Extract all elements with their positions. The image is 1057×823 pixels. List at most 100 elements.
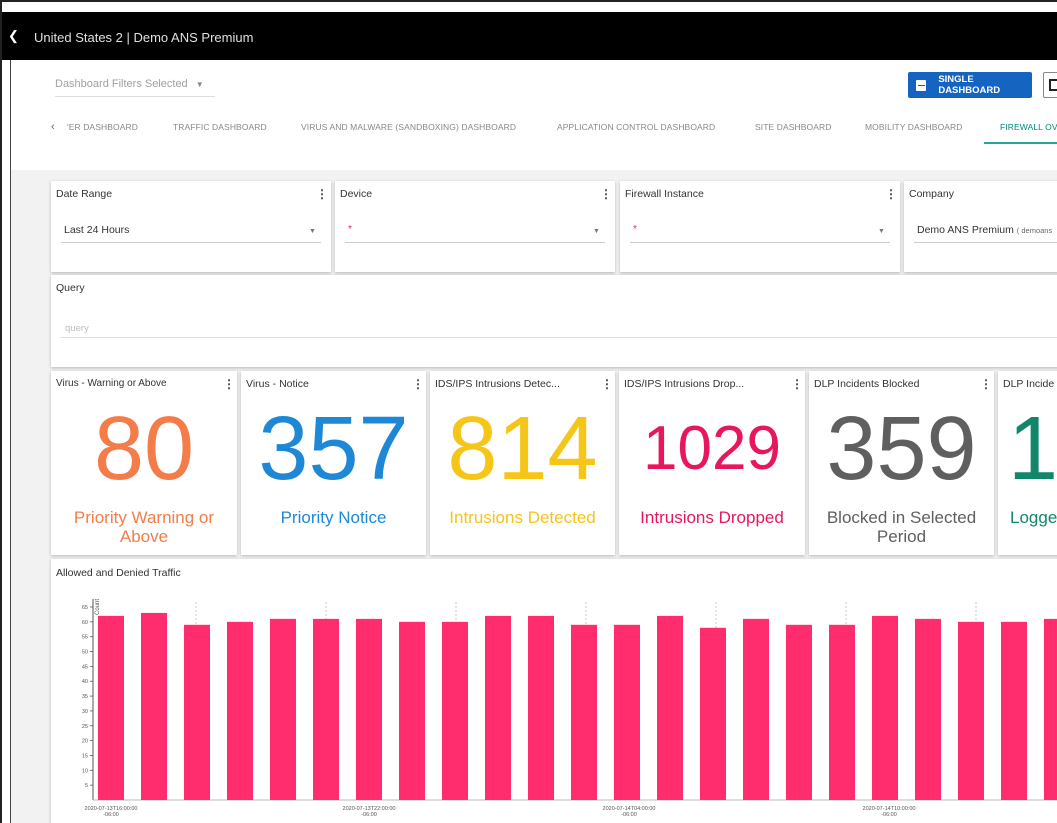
- single-dashboard-label: SINGLE DASHBOARD: [938, 74, 1001, 96]
- more-options-icon[interactable]: ⋮: [600, 187, 612, 201]
- stat-value: 359: [826, 399, 977, 499]
- app-window: ❮ United States 2 | Demo ANS Premium Das…: [0, 0, 1057, 823]
- more-options-icon[interactable]: ⋮: [316, 187, 328, 201]
- company-title: Company: [909, 188, 954, 200]
- y-tick-label: 60: [82, 620, 88, 626]
- date-range-title: Date Range: [56, 188, 113, 200]
- chevron-down-icon[interactable]: ▼: [593, 228, 600, 235]
- stat-card-intrusions-detected: IDS/IPS Intrusions Detec... ⋮ 814 Intrus…: [430, 371, 615, 555]
- active-tab-indicator: [984, 142, 1057, 144]
- bar: [743, 618, 769, 800]
- tab-mobility-dashboard[interactable]: MOBILITY DASHBOARD: [865, 122, 963, 132]
- date-range-select[interactable]: Last 24 Hours: [64, 224, 129, 236]
- bar: [399, 621, 425, 800]
- query-underline: [61, 337, 1057, 338]
- y-tick-label: 35: [82, 694, 88, 700]
- tab-user-dashboard[interactable]: 'ER DASHBOARD: [67, 122, 138, 132]
- stat-value: 80: [93, 399, 195, 499]
- x-tick-label-offset: -06:00: [881, 812, 897, 818]
- firewall-instance-title: Firewall Instance: [625, 188, 704, 200]
- more-options-icon[interactable]: ⋮: [791, 377, 803, 391]
- more-options-icon[interactable]: ⋮: [885, 187, 897, 201]
- y-tick-label: 25: [82, 724, 88, 730]
- y-tick-label: 30: [82, 709, 88, 715]
- y-axis-label: Count: [95, 599, 101, 615]
- stat-value: 1029: [643, 414, 781, 483]
- stat-label: Priority Warning or Above: [73, 508, 215, 546]
- stat-value: 357: [258, 399, 409, 499]
- tab-site-dashboard[interactable]: SITE DASHBOARD: [755, 122, 832, 132]
- query-title: Query: [56, 282, 85, 294]
- y-tick-label: 45: [82, 664, 88, 670]
- dashboard-header: Dashboard Filters Selected ▼ SINGLE DASHB…: [11, 60, 1057, 170]
- add-dashboard-button[interactable]: [1043, 72, 1057, 98]
- stat-label: Intrusions Dropped: [640, 508, 784, 527]
- bar: [313, 618, 339, 800]
- stat-label: Logge: [1010, 508, 1057, 527]
- back-arrow-icon[interactable]: ❮: [8, 28, 19, 44]
- add-icon: [1049, 79, 1057, 91]
- bar: [657, 615, 683, 800]
- y-tick-label: 10: [82, 768, 88, 774]
- dashboard-content: Dashboard Filters Selected ▼ SINGLE DASHB…: [10, 60, 1057, 823]
- tab-firewall-overview[interactable]: FIREWALL OV: [1000, 122, 1057, 132]
- company-id: ( demoans: [1016, 226, 1053, 235]
- bar: [442, 621, 468, 800]
- single-dashboard-button[interactable]: SINGLE DASHBOARD: [908, 72, 1032, 98]
- tab-application-control-dashboard[interactable]: APPLICATION CONTROL DASHBOARD: [557, 122, 715, 132]
- select-underline: [345, 242, 605, 243]
- stat-label: Blocked in Selected Period: [826, 508, 977, 546]
- stat-title: IDS/IPS Intrusions Drop...: [624, 378, 745, 390]
- y-tick-label: 65: [82, 605, 88, 611]
- dashboard-filters-dropdown[interactable]: Dashboard Filters Selected ▼: [55, 78, 204, 90]
- bar: [958, 621, 984, 800]
- bar: [141, 612, 167, 800]
- company-select[interactable]: Demo ANS Premium ( demoans: [917, 224, 1052, 236]
- tab-traffic-dashboard[interactable]: TRAFFIC DASHBOARD: [173, 122, 267, 132]
- bar: [872, 615, 898, 800]
- bar: [356, 618, 382, 800]
- stat-title: DLP Incidents Blocked: [814, 378, 920, 390]
- more-options-icon[interactable]: ⋮: [980, 377, 992, 391]
- y-tick-label: 15: [82, 753, 88, 759]
- chevron-down-icon[interactable]: ▼: [309, 228, 316, 235]
- tabs-prev-icon[interactable]: ‹: [51, 121, 55, 133]
- stat-value: 814: [447, 399, 598, 499]
- y-tick-label: 50: [82, 650, 88, 656]
- bar: [614, 624, 640, 800]
- more-options-icon[interactable]: ⋮: [223, 377, 235, 391]
- stat-title: Virus - Warning or Above: [56, 378, 167, 389]
- bar: [485, 615, 511, 800]
- firewall-instance-select[interactable]: *: [633, 224, 637, 235]
- bar: [786, 624, 812, 800]
- company-value: Demo ANS Premium: [917, 224, 1014, 236]
- y-tick-label: 5: [85, 783, 88, 789]
- bar: [1044, 618, 1057, 800]
- collapse-icon: [916, 79, 927, 91]
- stat-card-virus-warning: Virus - Warning or Above ⋮ 80 Priority W…: [51, 371, 237, 555]
- company-filter: Company Demo ANS Premium ( demoans: [904, 181, 1057, 272]
- more-options-icon[interactable]: ⋮: [601, 377, 613, 391]
- x-tick-label-offset: -06:00: [621, 812, 637, 818]
- tab-virus-malware-dashboard[interactable]: VIRUS AND MALWARE (SANDBOXING) DASHBOARD: [301, 122, 516, 132]
- device-filter: Device ⋮ * ▼: [335, 181, 615, 272]
- device-title: Device: [340, 188, 373, 200]
- more-options-icon[interactable]: ⋮: [412, 377, 424, 391]
- bar: [270, 618, 296, 800]
- bar: [98, 615, 124, 800]
- query-input[interactable]: query: [65, 323, 89, 334]
- x-tick-label-offset: -06:00: [103, 812, 119, 818]
- bar: [829, 624, 855, 800]
- y-tick-label: 20: [82, 739, 88, 745]
- y-tick-label: 40: [82, 679, 88, 685]
- select-underline: [630, 242, 890, 243]
- bar: [227, 621, 253, 800]
- traffic-chart-card: Allowed and Denied Traffic Count 5 10 15 20 2…: [51, 559, 1057, 823]
- select-underline: [914, 242, 1057, 243]
- divider: [55, 96, 215, 97]
- select-underline: [61, 242, 321, 243]
- app-title: United States 2 | Demo ANS Premium: [34, 30, 254, 45]
- stat-card-dlp-blocked: DLP Incidents Blocked ⋮ 359 Blocked in S…: [809, 371, 994, 555]
- device-select[interactable]: *: [348, 224, 352, 235]
- chevron-down-icon[interactable]: ▼: [878, 228, 885, 235]
